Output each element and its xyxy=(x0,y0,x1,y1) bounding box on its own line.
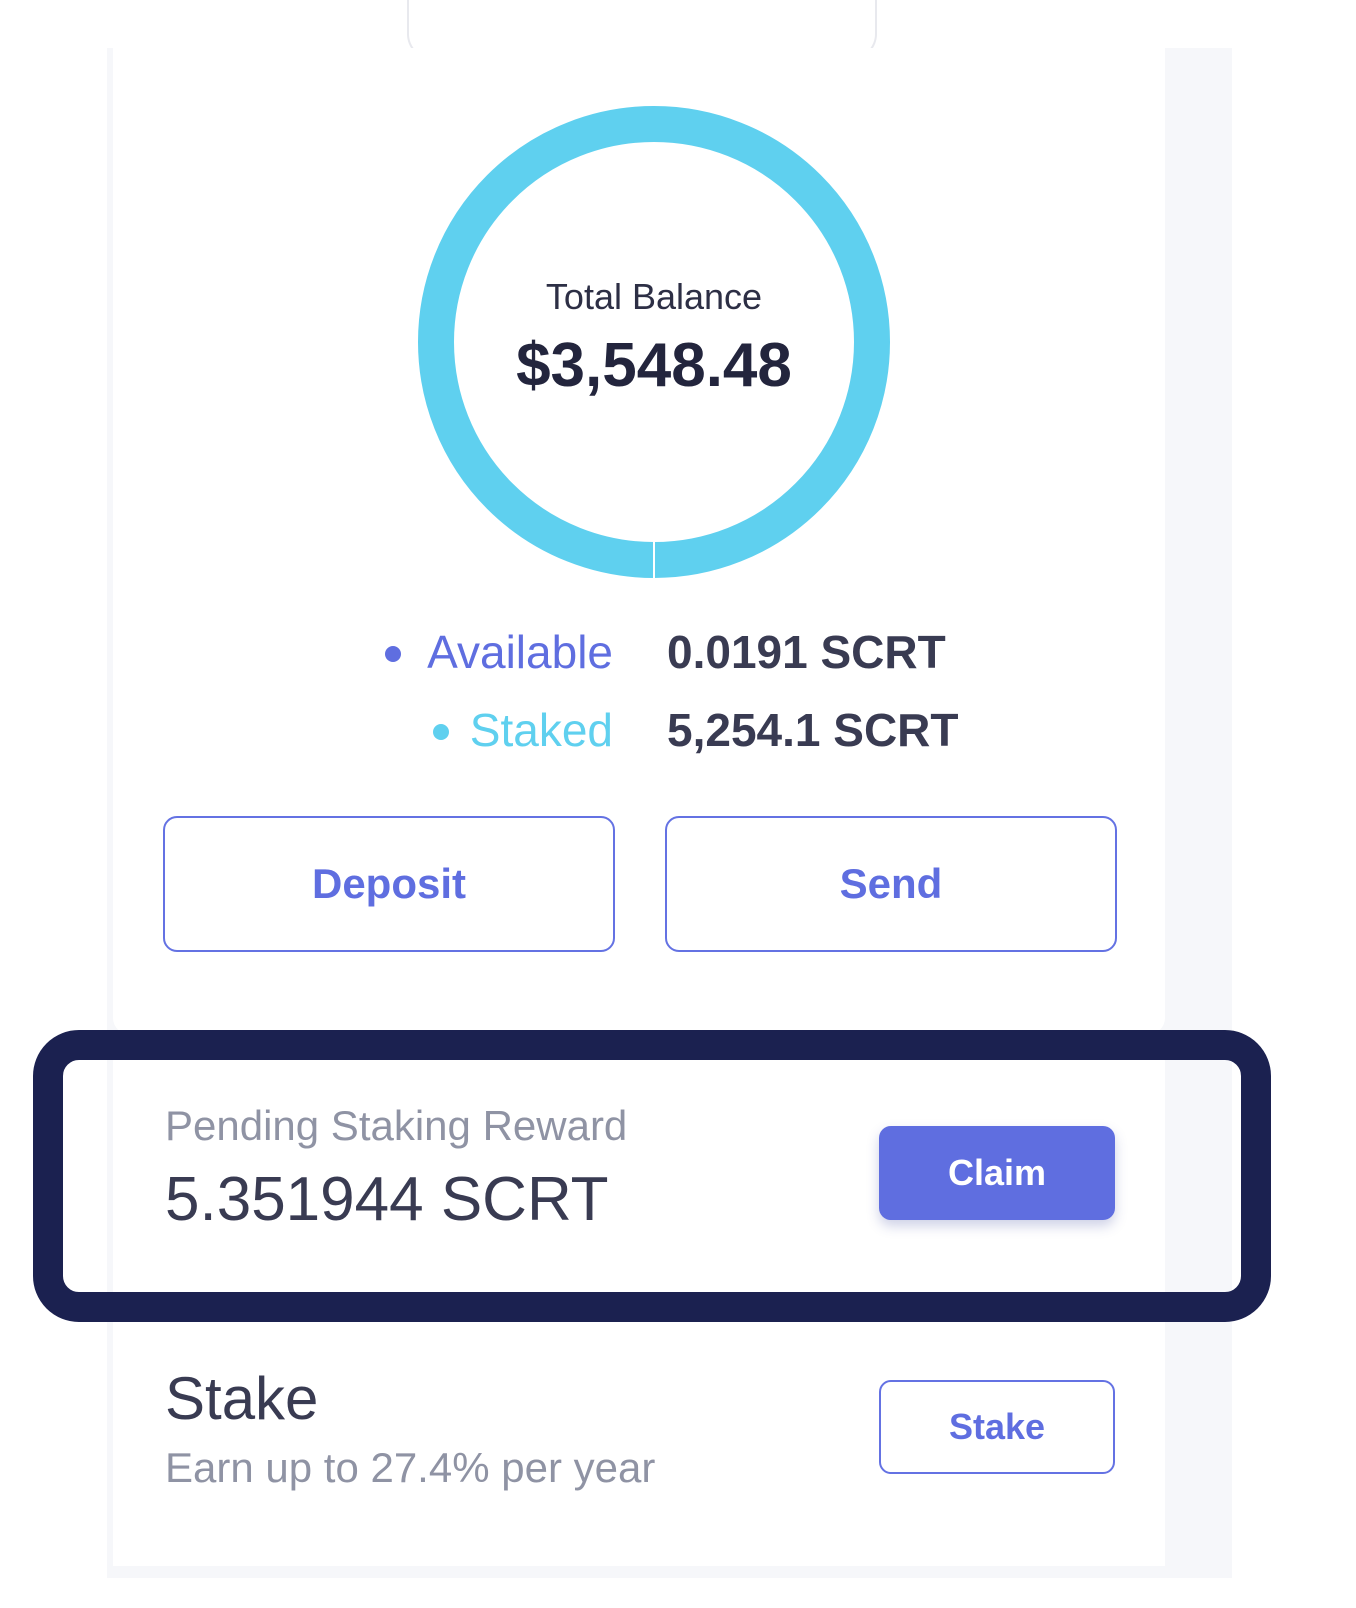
actions-card: Pending Staking Reward 5.351944 SCRT Cla… xyxy=(113,1046,1165,1566)
stake-title: Stake xyxy=(165,1365,319,1432)
available-value: 0.0191 SCRT xyxy=(667,626,946,678)
legend-staked: Staked 5,254.1 SCRT xyxy=(113,700,1165,760)
balance-card: Total Balance $3,548.48 Available 0.0191… xyxy=(113,48,1165,1034)
claim-button[interactable]: Claim xyxy=(879,1126,1115,1220)
pending-reward-value: 5.351944 SCRT xyxy=(165,1165,609,1234)
deposit-button[interactable]: Deposit xyxy=(163,816,615,952)
staked-label: Staked xyxy=(469,704,613,756)
legend-available: Available 0.0191 SCRT xyxy=(113,622,1165,682)
divider xyxy=(165,1298,1117,1300)
staked-value: 5,254.1 SCRT xyxy=(667,704,959,756)
available-dot-icon xyxy=(385,646,401,662)
staked-dot-icon xyxy=(433,724,449,740)
send-button[interactable]: Send xyxy=(665,816,1117,952)
total-balance-label: Total Balance xyxy=(545,276,763,317)
stake-subtitle: Earn up to 27.4% per year xyxy=(165,1444,656,1491)
stake-button[interactable]: Stake xyxy=(879,1380,1115,1474)
total-balance-value: $3,548.48 xyxy=(516,331,792,400)
available-label: Available xyxy=(427,626,613,678)
wallet-panel: Total Balance $3,548.48 Available 0.0191… xyxy=(107,0,1232,1578)
pending-reward-label: Pending Staking Reward xyxy=(165,1102,628,1149)
